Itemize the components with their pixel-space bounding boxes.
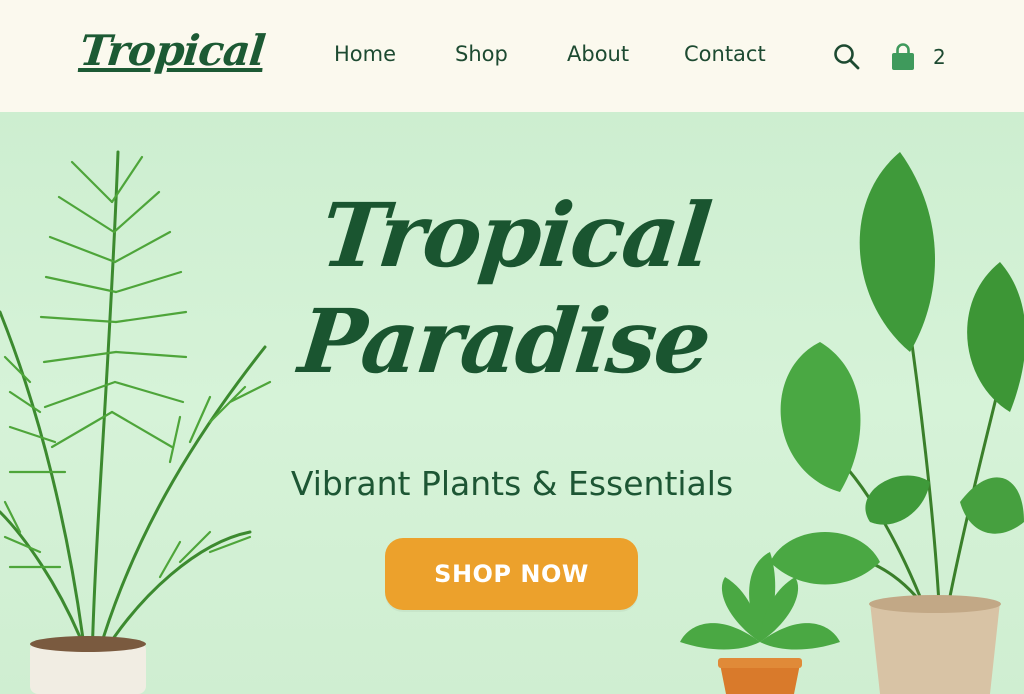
- cart-button[interactable]: 2: [890, 42, 950, 72]
- site-header: Tropical Home Shop About Contact 2: [0, 0, 1024, 112]
- page: Tropical Home Shop About Contact 2 Tropi…: [0, 0, 1024, 694]
- brand-logo[interactable]: Tropical: [77, 26, 267, 75]
- hero-title-line-2: Paradise: [294, 289, 715, 393]
- nav-contact-link[interactable]: Contact: [684, 42, 766, 66]
- cart-count-badge: 2: [933, 45, 946, 69]
- shopping-bag-icon: [892, 43, 914, 70]
- nav-shop-link[interactable]: Shop: [455, 42, 508, 66]
- shop-now-button[interactable]: SHOP NOW: [385, 538, 638, 610]
- small-potted-plant-image: [680, 552, 840, 694]
- hero-title-line-1: Tropical: [316, 183, 715, 287]
- hero-subtitle: Vibrant Plants & Essentials: [290, 464, 734, 503]
- nav-home-link[interactable]: Home: [334, 42, 396, 66]
- search-icon: [834, 44, 860, 70]
- nav-about-link[interactable]: About: [567, 42, 629, 66]
- hero-title: Tropical Paradise: [219, 182, 801, 394]
- search-button[interactable]: [832, 42, 862, 72]
- hero-banner: Tropical Paradise Vibrant Plants & Essen…: [0, 112, 1024, 694]
